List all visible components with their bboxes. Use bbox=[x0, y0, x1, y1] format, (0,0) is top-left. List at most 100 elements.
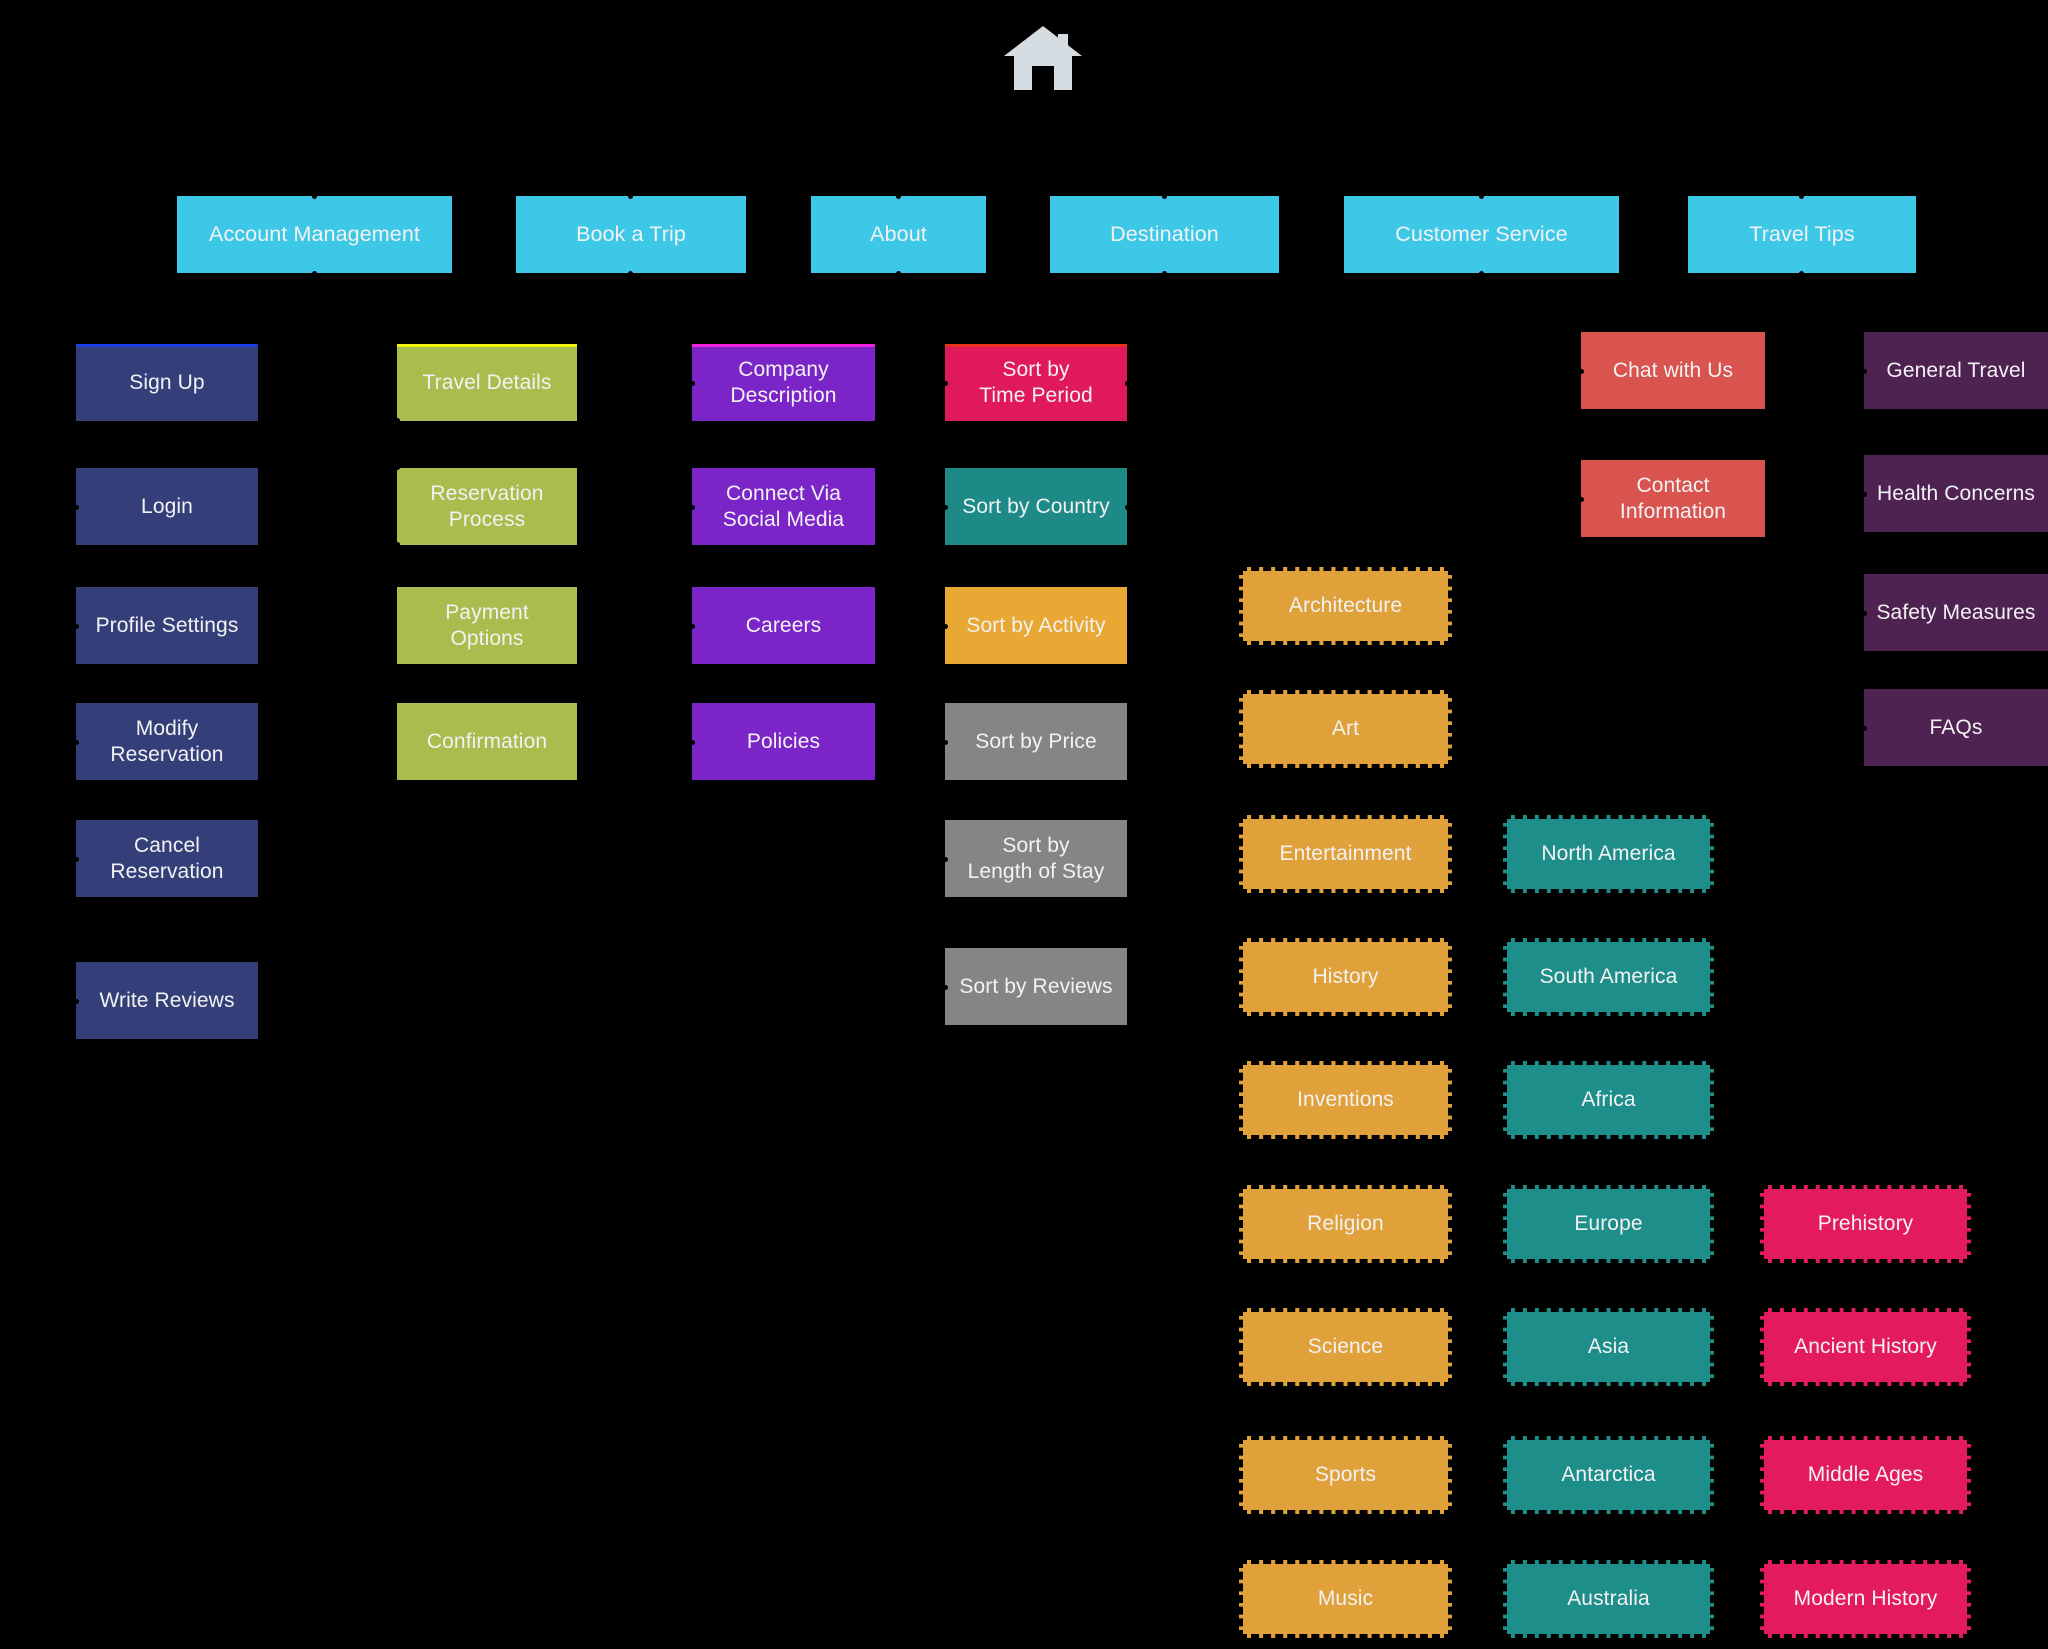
nav-item-account-management[interactable]: Account Management bbox=[177, 196, 452, 273]
node-entertainment[interactable]: Entertainment bbox=[1239, 815, 1452, 893]
connector-notch bbox=[1479, 271, 1484, 276]
node-sign-up[interactable]: Sign Up bbox=[76, 344, 258, 421]
node-asia[interactable]: Asia bbox=[1503, 1308, 1714, 1386]
connector-notch bbox=[1862, 726, 1867, 731]
node-sort-by-price[interactable]: Sort by Price bbox=[945, 703, 1127, 780]
connector-notch bbox=[1579, 497, 1584, 502]
node-faqs[interactable]: FAQs bbox=[1864, 689, 2048, 766]
node-connect-via-social-media[interactable]: Connect Via Social Media bbox=[692, 468, 875, 545]
node-science[interactable]: Science bbox=[1239, 1308, 1452, 1386]
node-travel-details[interactable]: Travel Details bbox=[397, 344, 577, 421]
connector-notch bbox=[1125, 505, 1130, 510]
connector-notch bbox=[1862, 611, 1867, 616]
node-general-travel[interactable]: General Travel bbox=[1864, 332, 2048, 409]
node-safety-measures[interactable]: Safety Measures bbox=[1864, 574, 2048, 651]
accent-bar-sign-up bbox=[76, 344, 258, 347]
node-ancient-history[interactable]: Ancient History bbox=[1760, 1308, 1971, 1386]
node-label: Sign Up bbox=[129, 370, 205, 394]
connector-notch bbox=[896, 271, 901, 276]
sitemap-canvas: Account Management Book a Trip About Des… bbox=[0, 0, 2048, 1649]
node-history[interactable]: History bbox=[1239, 938, 1452, 1016]
connector-notch bbox=[1799, 271, 1804, 276]
node-antarctica[interactable]: Antarctica bbox=[1503, 1436, 1714, 1514]
connector-notch bbox=[690, 624, 695, 629]
node-sort-by-length-of-stay[interactable]: Sort by Length of Stay bbox=[945, 820, 1127, 897]
nav-item-book-a-trip[interactable]: Book a Trip bbox=[516, 196, 746, 273]
connector-notch bbox=[690, 505, 695, 510]
connector-notch bbox=[1162, 194, 1167, 199]
node-sort-by-country[interactable]: Sort by Country bbox=[945, 468, 1127, 545]
node-religion[interactable]: Religion bbox=[1239, 1185, 1452, 1263]
node-company-description[interactable]: Company Description bbox=[692, 344, 875, 421]
node-north-america[interactable]: North America bbox=[1503, 815, 1714, 893]
node-sort-by-activity[interactable]: Sort by Activity bbox=[945, 587, 1127, 664]
nav-item-customer-service[interactable]: Customer Service bbox=[1344, 196, 1619, 273]
connector-notch bbox=[943, 624, 948, 629]
node-payment-options[interactable]: Payment Options bbox=[397, 587, 577, 664]
node-reservation-process[interactable]: Reservation Process bbox=[397, 468, 577, 545]
connector-notch bbox=[395, 542, 400, 547]
connector-notch bbox=[1862, 492, 1867, 497]
accent-bar-travel-details bbox=[397, 344, 577, 347]
connector-notch bbox=[1579, 369, 1584, 374]
node-art[interactable]: Art bbox=[1239, 690, 1452, 768]
node-chat-with-us[interactable]: Chat with Us bbox=[1581, 332, 1765, 409]
node-architecture[interactable]: Architecture bbox=[1239, 567, 1452, 645]
node-music[interactable]: Music bbox=[1239, 1560, 1452, 1638]
connector-notch bbox=[74, 999, 79, 1004]
node-sports[interactable]: Sports bbox=[1239, 1436, 1452, 1514]
connector-notch bbox=[1862, 369, 1867, 374]
node-login[interactable]: Login bbox=[76, 468, 258, 545]
node-africa[interactable]: Africa bbox=[1503, 1061, 1714, 1139]
node-label: Travel Details bbox=[422, 370, 552, 394]
connector-notch bbox=[1799, 194, 1804, 199]
node-south-america[interactable]: South America bbox=[1503, 938, 1714, 1016]
node-write-reviews[interactable]: Write Reviews bbox=[76, 962, 258, 1039]
node-europe[interactable]: Europe bbox=[1503, 1185, 1714, 1263]
connector-notch bbox=[628, 194, 633, 199]
node-profile-settings[interactable]: Profile Settings bbox=[76, 587, 258, 664]
accent-bar-sort-by-time-period bbox=[945, 344, 1127, 347]
node-middle-ages[interactable]: Middle Ages bbox=[1760, 1436, 1971, 1514]
connector-notch bbox=[690, 381, 695, 386]
connector-notch bbox=[943, 381, 948, 386]
node-sort-by-time-period[interactable]: Sort by Time Period bbox=[945, 344, 1127, 421]
node-prehistory[interactable]: Prehistory bbox=[1760, 1185, 1971, 1263]
node-modern-history[interactable]: Modern History bbox=[1760, 1560, 1971, 1638]
home-icon[interactable] bbox=[1000, 22, 1086, 94]
connector-notch bbox=[395, 465, 400, 470]
nav-item-destination[interactable]: Destination bbox=[1050, 196, 1279, 273]
node-label: Sort by Time Period bbox=[979, 357, 1093, 407]
connector-notch bbox=[943, 740, 948, 745]
node-health-concerns[interactable]: Health Concerns bbox=[1864, 455, 2048, 532]
connector-notch bbox=[74, 505, 79, 510]
nav-item-about[interactable]: About bbox=[811, 196, 986, 273]
connector-notch bbox=[628, 271, 633, 276]
node-policies[interactable]: Policies bbox=[692, 703, 875, 780]
connector-notch bbox=[312, 271, 317, 276]
connector-notch bbox=[1162, 271, 1167, 276]
nav-item-travel-tips[interactable]: Travel Tips bbox=[1688, 196, 1916, 273]
connector-notch bbox=[943, 505, 948, 510]
connector-notch bbox=[74, 740, 79, 745]
node-australia[interactable]: Australia bbox=[1503, 1560, 1714, 1638]
connector-notch bbox=[943, 857, 948, 862]
connector-notch bbox=[896, 194, 901, 199]
node-cancel-reservation[interactable]: Cancel Reservation bbox=[76, 820, 258, 897]
connector-notch bbox=[1125, 381, 1130, 386]
connector-notch bbox=[395, 418, 400, 423]
connector-notch bbox=[690, 740, 695, 745]
node-sort-by-reviews[interactable]: Sort by Reviews bbox=[945, 948, 1127, 1025]
connector-notch bbox=[1479, 194, 1484, 199]
connector-notch bbox=[312, 194, 317, 199]
node-confirmation[interactable]: Confirmation bbox=[397, 703, 577, 780]
connector-notch bbox=[943, 985, 948, 990]
node-modify-reservation[interactable]: Modify Reservation bbox=[76, 703, 258, 780]
node-label: Company Description bbox=[730, 357, 837, 407]
node-contact-information[interactable]: Contact Information bbox=[1581, 460, 1765, 537]
node-inventions[interactable]: Inventions bbox=[1239, 1061, 1452, 1139]
connector-notch bbox=[74, 857, 79, 862]
connector-notch bbox=[74, 624, 79, 629]
node-careers[interactable]: Careers bbox=[692, 587, 875, 664]
accent-bar-company-description bbox=[692, 344, 875, 347]
